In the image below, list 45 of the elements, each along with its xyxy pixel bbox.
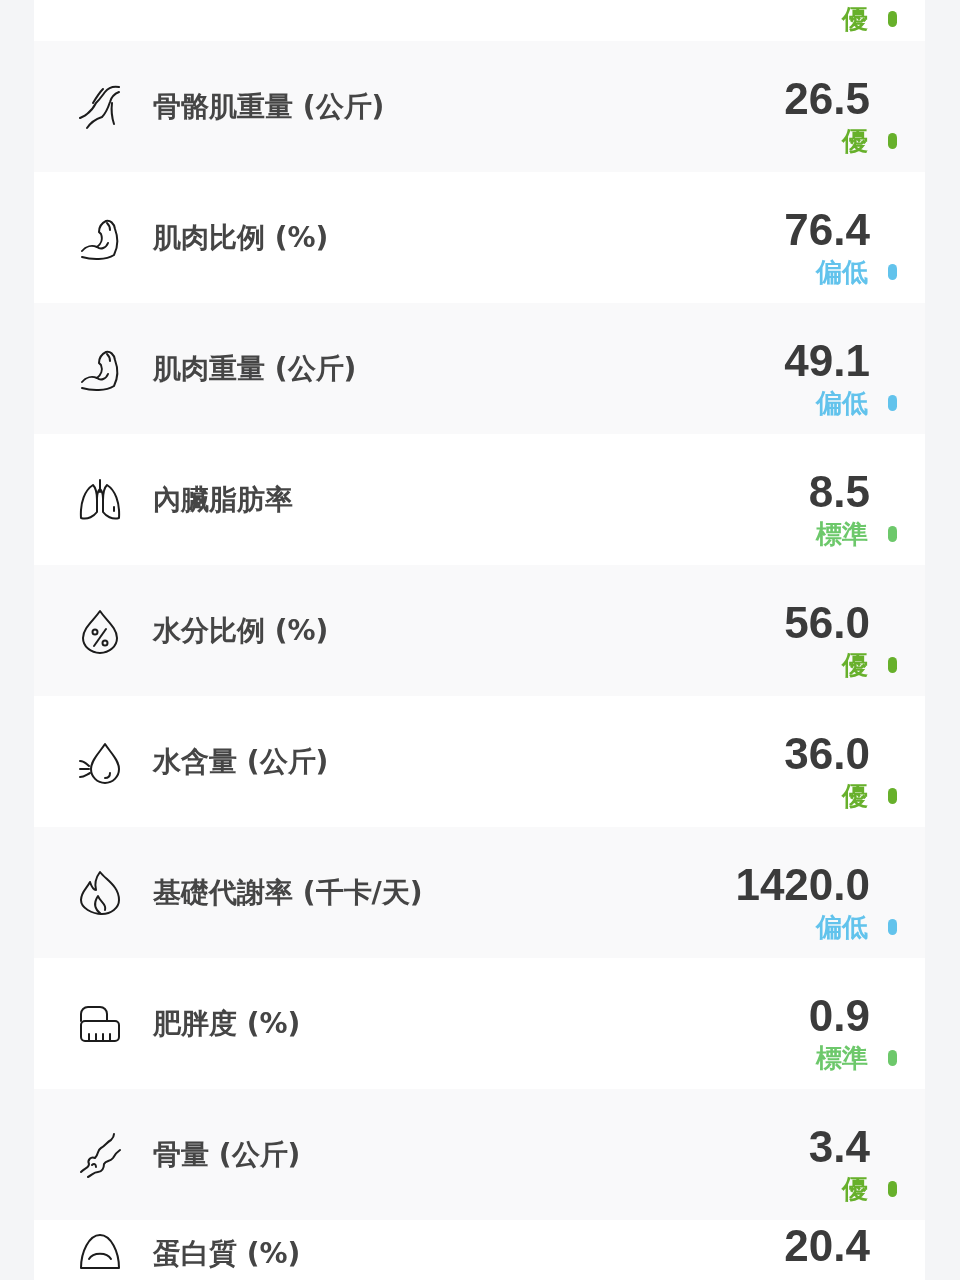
status-label: 偏低 xyxy=(816,257,868,287)
metric-value: 49.1 xyxy=(784,339,870,383)
status-label: 優 xyxy=(842,781,868,811)
status-label: 優 xyxy=(842,650,868,680)
flame-icon xyxy=(78,870,122,916)
metric-row[interactable]: 基礎代謝率 (千卡/天) 1420.0 偏低 xyxy=(34,827,925,958)
metric-value: 0.9 xyxy=(808,994,870,1038)
metric-value: 36.0 xyxy=(784,732,870,776)
muscle-outline-icon xyxy=(78,84,122,130)
status-label: 優 xyxy=(842,126,868,156)
metric-label: 骨骼肌重量 (公斤) xyxy=(153,91,385,123)
metric-value: 76.4 xyxy=(784,208,870,252)
metric-row[interactable]: 水含量 (公斤) 36.0 優 xyxy=(34,696,925,827)
metric-row[interactable]: 蛋白質 (%) 20.4 xyxy=(34,1220,925,1280)
metric-value: 8.5 xyxy=(808,470,870,514)
metric-row[interactable]: 肌肉比例 (%) 76.4 偏低 xyxy=(34,172,925,303)
metric-value: 3.4 xyxy=(808,1125,870,1169)
metric-row[interactable]: 肌肉重量 (公斤) 49.1 偏低 xyxy=(34,303,925,434)
dome-icon xyxy=(78,1232,122,1270)
status-label: 偏低 xyxy=(816,912,868,942)
metric-label: 基礎代謝率 (千卡/天) xyxy=(153,877,423,909)
metric-value: 26.5 xyxy=(784,77,870,121)
status-label: 偏低 xyxy=(816,388,868,418)
metric-label: 肌肉重量 (公斤) xyxy=(153,353,357,385)
metric-row[interactable]: 水分比例 (%) 56.0 優 xyxy=(34,565,925,696)
metric-label: 水含量 (公斤) xyxy=(153,746,329,778)
status-label: 標準 xyxy=(816,1043,868,1073)
status-label: 優 xyxy=(842,1174,868,1204)
metric-row[interactable]: 骨骼肌重量 (公斤) 26.5 優 xyxy=(34,41,925,172)
metric-label: 內臟脂肪率 xyxy=(153,484,293,516)
metric-label: 蛋白質 (%) xyxy=(153,1238,301,1270)
metric-value: 56.0 xyxy=(784,601,870,645)
lungs-icon xyxy=(78,477,122,523)
metric-row[interactable]: 骨量 (公斤) 3.4 優 xyxy=(34,1089,925,1220)
metric-value: 20.4 xyxy=(784,1224,870,1268)
metric-label: 水分比例 (%) xyxy=(153,615,329,647)
metric-label: 肌肉比例 (%) xyxy=(153,222,329,254)
status-label: 優 xyxy=(842,4,868,34)
bone-icon xyxy=(78,1132,122,1178)
metric-label: 骨量 (公斤) xyxy=(153,1139,301,1171)
status-label: 標準 xyxy=(816,519,868,549)
metric-value: 1420.0 xyxy=(735,863,870,907)
metric-label: 肥胖度 (%) xyxy=(153,1008,301,1040)
metric-row[interactable]: 肥胖度 (%) 0.9 標準 xyxy=(34,958,925,1089)
metric-row[interactable]: 內臟脂肪率 8.5 標準 xyxy=(34,434,925,565)
